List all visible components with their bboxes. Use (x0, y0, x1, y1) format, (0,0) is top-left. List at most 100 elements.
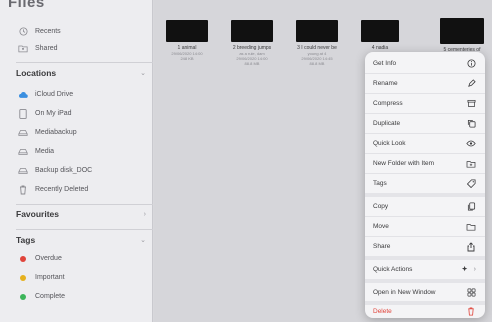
tag-dot-icon (18, 292, 28, 302)
copy-icon (466, 202, 476, 212)
sidebar-item-label: iCloud Drive (35, 91, 74, 98)
menu-item-label: Tags (373, 180, 387, 187)
sidebar-tag-overdue[interactable]: Overdue (0, 249, 153, 268)
file-thumbnail (166, 20, 208, 42)
menu-item-rename[interactable]: Rename (365, 74, 485, 93)
file-meta: 248 KB (180, 56, 194, 61)
divider (16, 204, 153, 205)
clock-icon (18, 27, 28, 37)
sidebar-item-label: Overdue (35, 255, 62, 262)
sidebar-item-label: Important (35, 274, 65, 281)
chevron-right-icon: › (473, 266, 476, 273)
file-name: 4 nadia (371, 45, 389, 51)
menu-item-label: Move (373, 223, 389, 230)
sidebar-item-icloud-drive[interactable]: iCloud Drive (0, 85, 153, 104)
eye-icon (466, 139, 476, 149)
sidebar-item-on-my-ipad[interactable]: On My iPad (0, 104, 153, 123)
file-item[interactable]: 2 breeding jumps as a rule, dam 29/06/20… (222, 20, 282, 66)
drive-icon (18, 128, 28, 138)
sidebar: Files Recents Shared Locations ⌄ iCloud … (0, 0, 153, 322)
tag-dot-icon (18, 254, 28, 264)
sparkle-icon (461, 265, 471, 275)
sidebar-item-label: Mediabackup (35, 129, 77, 136)
file-item-selected[interactable]: 5 cementeries of (432, 18, 492, 53)
menu-item-get-info[interactable]: Get Info (365, 54, 485, 73)
sidebar-item-label: Backup disk_DOC (35, 167, 93, 174)
sidebar-item-label: Media (35, 148, 55, 155)
menu-item-label: Compress (373, 100, 403, 107)
file-thumbnail (231, 20, 273, 42)
shared-folder-icon (18, 44, 28, 54)
sidebar-tag-important[interactable]: Important (0, 268, 153, 287)
section-locations[interactable]: Locations ⌄ (16, 68, 146, 78)
trash-icon (18, 185, 28, 195)
sidebar-item-label: Recents (35, 28, 61, 35)
window-grid-icon (466, 287, 476, 297)
chevron-down-icon: ⌄ (140, 70, 146, 77)
drive-icon (18, 147, 28, 157)
sidebar-item-recently-deleted[interactable]: Recently Deleted (0, 180, 153, 199)
section-title: Locations (16, 68, 57, 78)
drive-icon (18, 166, 28, 176)
folder-icon (466, 222, 476, 232)
menu-item-open-in-new-window[interactable]: Open in New Window (365, 283, 485, 301)
menu-item-quick-actions[interactable]: Quick Actions › (365, 260, 485, 279)
share-icon (466, 241, 476, 252)
section-title: Tags (16, 235, 36, 245)
sidebar-item-label: Recently Deleted (35, 186, 89, 193)
menu-item-share[interactable]: Share (365, 237, 485, 256)
menu-item-label: Delete (373, 308, 392, 315)
file-item[interactable]: 4 nadia (350, 20, 410, 51)
sidebar-tag-complete[interactable]: Complete (0, 287, 153, 306)
file-meta: 88.8 MB (309, 61, 325, 66)
ipad-icon (18, 108, 28, 119)
sidebar-item-media[interactable]: Media (0, 142, 153, 161)
menu-item-copy[interactable]: Copy (365, 197, 485, 216)
menu-item-quick-look[interactable]: Quick Look (365, 134, 485, 153)
section-favourites[interactable]: Favourites › (16, 209, 146, 219)
file-item[interactable]: 1 animal 29/06/2020 14:00 248 KB (157, 20, 217, 61)
pencil-icon (466, 79, 476, 89)
menu-item-new-folder-with-item[interactable]: New Folder with Item (365, 154, 485, 173)
menu-item-label: Copy (373, 203, 389, 210)
sidebar-item-backup-disk[interactable]: Backup disk_DOC (0, 161, 153, 180)
folder-plus-icon (466, 159, 476, 169)
menu-item-compress[interactable]: Compress (365, 94, 485, 113)
menu-item-accessory: › (461, 265, 476, 275)
menu-item-label: Duplicate (373, 120, 401, 127)
section-title: Favourites (16, 209, 59, 219)
menu-item-label: Get Info (373, 60, 397, 67)
divider (16, 229, 153, 230)
sidebar-item-label: On My iPad (35, 110, 72, 117)
file-item[interactable]: 3 I could never be young at 4 29/06/2020… (287, 20, 347, 66)
file-thumbnail (440, 18, 484, 44)
menu-item-label: Open in New Window (373, 288, 436, 296)
sidebar-item-label: Complete (35, 293, 65, 300)
menu-item-label: New Folder with Item (373, 160, 435, 167)
menu-item-delete[interactable]: Delete (365, 305, 485, 318)
duplicate-icon (466, 119, 476, 129)
cloud-icon (18, 90, 28, 100)
sidebar-item-shared[interactable]: Shared (0, 39, 153, 58)
sidebar-item-mediabackup[interactable]: Mediabackup (0, 123, 153, 142)
menu-item-label: Share (373, 243, 391, 250)
menu-item-label: Quick Actions (373, 266, 413, 273)
info-icon (466, 59, 476, 69)
file-meta: 88.8 MB (244, 61, 260, 66)
context-menu: Get Info Rename Compress Duplicate Quick… (365, 52, 485, 318)
file-thumbnail (361, 20, 399, 42)
tag-dot-icon (18, 273, 28, 283)
section-tags[interactable]: Tags ⌄ (16, 235, 146, 245)
chevron-right-icon: › (143, 210, 146, 218)
app-title: Files (8, 0, 45, 11)
menu-item-move[interactable]: Move (365, 217, 485, 236)
menu-item-label: Rename (373, 80, 398, 87)
archive-icon (466, 99, 476, 109)
tag-icon (466, 179, 476, 189)
menu-item-tags[interactable]: Tags (365, 174, 485, 193)
menu-item-label: Quick Look (373, 140, 406, 147)
chevron-down-icon: ⌄ (140, 237, 146, 244)
menu-item-duplicate[interactable]: Duplicate (365, 114, 485, 133)
divider (16, 62, 153, 63)
trash-icon (466, 307, 476, 317)
